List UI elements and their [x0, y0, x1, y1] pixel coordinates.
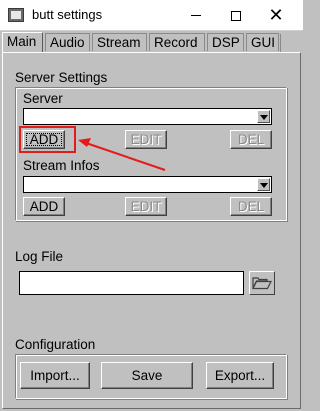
import-button[interactable]: Import...: [20, 362, 90, 389]
log-file-browse-button[interactable]: [249, 271, 275, 295]
tab-gui[interactable]: GUI: [246, 33, 279, 51]
minimize-icon: [191, 15, 201, 16]
minimize-button[interactable]: [176, 0, 216, 31]
save-button[interactable]: Save: [101, 362, 193, 389]
chevron-down-icon[interactable]: [257, 178, 270, 191]
title-bar: butt settings ✕: [0, 0, 303, 31]
server-label: Server: [23, 91, 63, 106]
stream-infos-edit-button[interactable]: EDIT: [125, 197, 167, 216]
log-file-input[interactable]: [19, 271, 244, 295]
maximize-button[interactable]: [216, 0, 256, 31]
tab-record[interactable]: Record: [149, 33, 205, 51]
close-icon: ✕: [268, 5, 284, 25]
tab-dsp[interactable]: DSP: [207, 33, 244, 51]
stream-infos-label: Stream Infos: [23, 158, 100, 173]
server-edit-button[interactable]: EDIT: [125, 130, 167, 149]
window-title: butt settings: [32, 7, 103, 22]
folder-open-icon: [252, 277, 272, 290]
tab-audio[interactable]: Audio: [45, 33, 90, 51]
log-file-heading: Log File: [15, 249, 64, 264]
stream-infos-dropdown[interactable]: [23, 176, 272, 193]
server-settings-heading: Server Settings: [15, 70, 108, 85]
maximize-icon: [231, 10, 241, 21]
close-button[interactable]: ✕: [256, 0, 296, 31]
configuration-heading: Configuration: [15, 337, 96, 352]
app-icon: [8, 8, 24, 22]
tab-stream[interactable]: Stream: [92, 33, 147, 51]
server-del-button[interactable]: DEL: [230, 130, 272, 149]
stream-infos-del-button[interactable]: DEL: [230, 197, 272, 216]
stream-infos-add-button[interactable]: ADD: [23, 197, 65, 216]
chevron-down-icon[interactable]: [257, 110, 270, 123]
export-button[interactable]: Export...: [206, 362, 274, 389]
highlight-box: [19, 126, 76, 153]
tab-divider: [280, 34, 281, 52]
server-dropdown[interactable]: [23, 108, 272, 125]
tab-main[interactable]: Main: [2, 32, 43, 53]
